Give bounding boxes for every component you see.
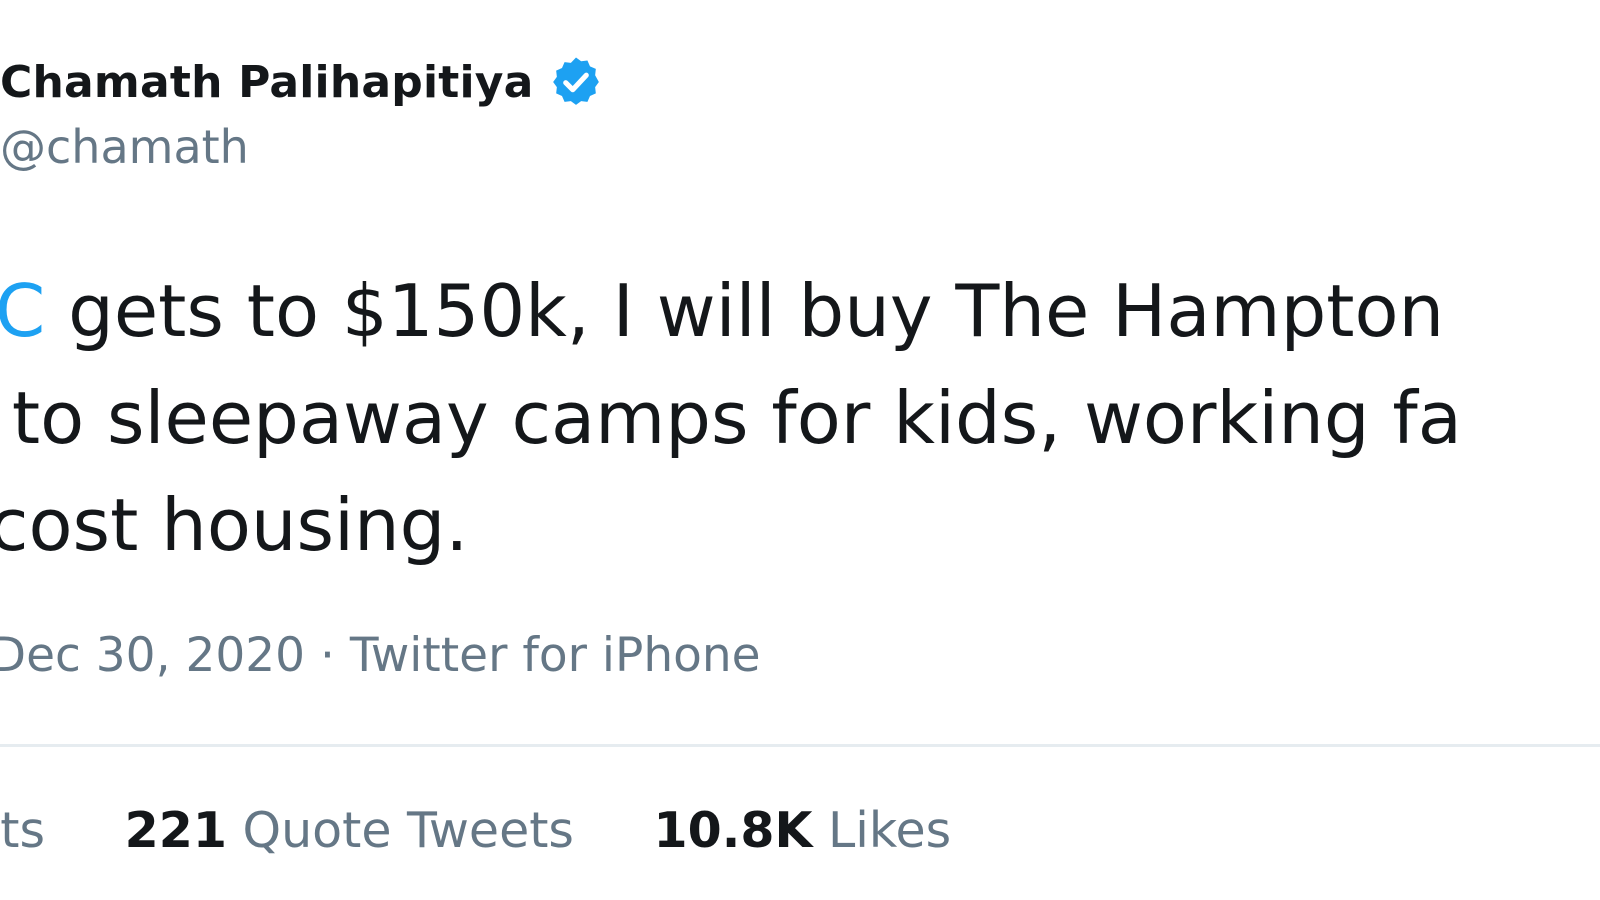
tweet-body: $BTC gets to $150k, I will buy The Hampt…	[0, 258, 1600, 579]
tweet-line-1-suffix: gets to $150k, I will buy The Hampton	[45, 269, 1445, 353]
likes-stat[interactable]: 10.8K Likes	[654, 802, 952, 859]
author-handle[interactable]: @chamath	[0, 120, 604, 174]
tweet-stats: eets 221 Quote Tweets 10.8K Likes	[0, 802, 1015, 859]
retweets-stat[interactable]: eets	[0, 802, 45, 859]
retweets-label: eets	[0, 802, 46, 859]
tweet-author[interactable]: Chamath Palihapitiya @chamath	[0, 52, 604, 174]
tweet-timestamp-source[interactable]: · Dec 30, 2020 · Twitter for iPhone	[0, 628, 761, 683]
tweet-line-2: rt it to sleepaway camps for kids, worki…	[0, 376, 1462, 460]
tweet-line-1: $BTC gets to $150k, I will buy The Hampt…	[0, 258, 1600, 365]
likes-label: Likes	[812, 802, 952, 859]
author-display-name[interactable]: Chamath Palihapitiya	[0, 57, 534, 108]
author-name-row: Chamath Palihapitiya	[0, 52, 604, 112]
tweet-line-3: ow-cost housing.	[0, 483, 469, 567]
quote-tweets-label: Quote Tweets	[226, 802, 574, 859]
btc-cashtag-link[interactable]: $BTC	[0, 269, 45, 353]
likes-count: 10.8K	[653, 802, 813, 859]
quote-tweets-stat[interactable]: 221 Quote Tweets	[125, 802, 574, 859]
divider	[0, 744, 1600, 747]
verified-badge-icon	[548, 54, 604, 110]
tweet-card: Chamath Palihapitiya @chamath $BTC gets …	[0, 0, 1600, 900]
quote-tweets-count: 221	[124, 802, 227, 859]
